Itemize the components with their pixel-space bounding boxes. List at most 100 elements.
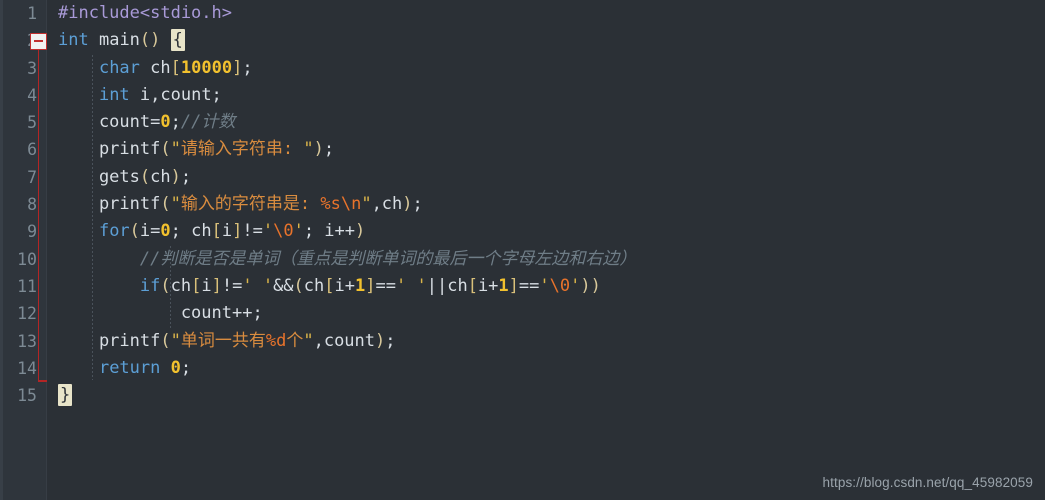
code-token: ' [570,275,581,296]
code-token: if [139,275,161,296]
line-number: 11 [17,276,37,296]
line-number: 8 [27,195,37,215]
code-line-text: printf("单词一共有%d个",count); [47,328,1045,355]
code-token: ) [355,221,366,242]
code-line[interactable]: //判断是否是单词（重点是判断单词的最后一个字母左边和右边） [47,246,1045,273]
line-number-gutter[interactable]: 123456789101112131415 [0,0,47,500]
line-number: 13 [17,331,37,351]
code-token: [ [467,275,478,296]
code-token: i= [139,221,161,242]
code-token: ch [170,275,192,296]
code-token: \0 [549,275,571,296]
code-line[interactable]: printf("单词一共有%d个",count); [47,328,1045,355]
code-token: printf [58,194,161,215]
code-line[interactable]: count++; [47,300,1045,327]
code-token: " [170,139,181,160]
code-token: 10000 [180,57,233,78]
code-token: ] [211,275,222,296]
code-token: ( [160,330,171,351]
code-line-text: gets(ch); [47,164,1045,191]
code-token: 单词一共有 [180,330,266,351]
code-token: [ [191,275,202,296]
code-token: ) [313,139,324,160]
code-fold-collapse-icon[interactable] [30,33,47,50]
code-line[interactable]: } [47,382,1045,409]
line-number: 1 [27,4,37,23]
code-token: == [375,275,396,296]
code-token: " [170,194,181,215]
code-token: ; ch [170,221,212,242]
code-token: //计数 [180,112,236,133]
line-number: 14 [17,358,37,378]
code-token: ' [539,275,550,296]
code-line[interactable]: int i,count; [47,82,1045,109]
code-line[interactable]: count=0;//计数 [47,109,1045,136]
code-line[interactable]: for(i=0; ch[i]!='\0'; i++) [47,218,1045,245]
code-token: 输入的字符串是: [180,194,321,215]
code-line[interactable]: if(ch[i]!=' '&&(ch[i+1]==' '||ch[i+1]=='… [47,273,1045,300]
code-token: \0 [273,221,294,242]
line-number: 10 [17,249,37,269]
code-token: { [170,29,185,52]
code-line-text: printf("输入的字符串是: %s\n",ch); [47,191,1045,218]
code-token: int [58,30,89,51]
code-token: ] [508,275,519,296]
code-token: ,ch [371,194,403,215]
code-line-text: //判断是否是单词（重点是判断单词的最后一个字母左边和右边） [47,246,1045,273]
code-line[interactable]: printf("请输入字符串: "); [47,136,1045,163]
code-token: //判断是否是单词（重点是判断单词的最后一个字母左边和右边） [139,248,637,269]
line-number: 3 [27,58,37,78]
code-token: ch [150,57,171,78]
code-token: main [98,30,140,51]
code-block-scope-line [37,50,40,382]
code-token: 0 [160,221,171,242]
code-token: ; [180,166,192,187]
code-token: ; i++ [303,221,356,242]
code-token: i [221,221,233,242]
code-token: for [98,221,130,242]
code-line[interactable]: #include<stdio.h> [47,0,1045,27]
code-token: i+ [334,275,356,296]
code-token: ( [160,139,171,160]
line-number: 5 [27,113,37,133]
line-number-row[interactable]: 1 [0,0,46,27]
line-number: 4 [27,85,37,105]
code-token: count++; [58,303,263,324]
code-line-text: if(ch[i]!=' '&&(ch[i+1]==' '||ch[i+1]=='… [47,273,1045,300]
code-token: || [426,275,448,296]
code-content-area[interactable]: #include<stdio.h> int main() { char ch[10… [47,0,1045,500]
code-token: [ [324,275,335,296]
code-token: } [58,384,73,407]
code-token: ' [293,221,304,242]
code-line[interactable]: gets(ch); [47,164,1045,191]
code-token: [ [211,221,222,242]
code-token: printf [58,139,161,160]
code-token: [ [170,57,181,78]
code-token: i,count; [129,84,222,105]
code-token: #include<stdio.h> [58,3,232,23]
line-number: 6 [27,140,37,160]
code-line-text: #include<stdio.h> [47,0,1045,27]
line-number: 15 [17,386,37,406]
code-token: return [98,357,161,378]
code-token: ' ' [396,275,427,296]
code-token: ' ' [242,275,274,296]
line-number-row[interactable]: 15 [0,382,46,409]
code-token: ; [412,194,423,215]
code-line[interactable]: return 0; [47,355,1045,382]
code-line[interactable]: int main() { [47,27,1045,54]
code-token: ch [447,275,468,296]
code-token: i [201,275,212,296]
code-line[interactable]: printf("输入的字符串是: %s\n",ch); [47,191,1045,218]
code-token: ) [170,166,181,187]
code-token: ' [262,221,274,242]
code-token: 1 [355,275,366,296]
code-token: " [170,330,181,351]
code-token: ) [375,330,386,351]
code-line[interactable]: char ch[10000]; [47,55,1045,82]
